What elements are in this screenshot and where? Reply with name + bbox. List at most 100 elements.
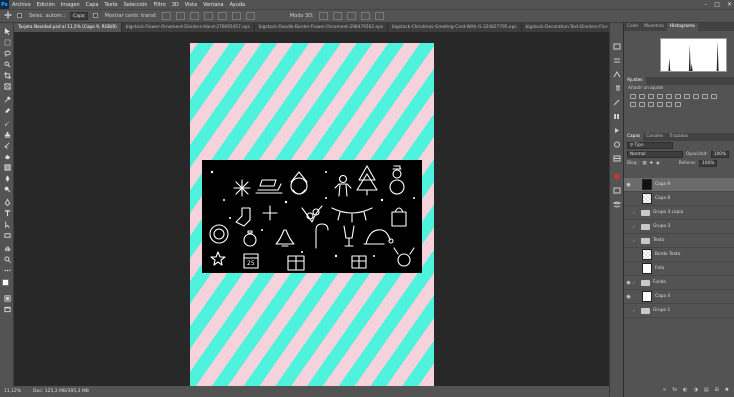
move-icon[interactable]: [3, 27, 11, 35]
eraser-icon[interactable]: [3, 152, 11, 160]
libraries-icon[interactable]: [613, 113, 621, 120]
lock-all-icon[interactable]: ◉: [656, 161, 660, 166]
brightness-icon[interactable]: [630, 94, 636, 99]
color-balance-icon[interactable]: [684, 94, 690, 99]
tab-layers[interactable]: Capas: [624, 133, 644, 141]
frame-icon[interactable]: [3, 82, 11, 90]
menu-filtro[interactable]: Filtro: [150, 2, 168, 8]
layer-name[interactable]: Capa 4: [655, 294, 670, 299]
actions-icon[interactable]: [613, 127, 621, 134]
canvas-area[interactable]: 25: [14, 32, 609, 386]
layer-name[interactable]: Foto: [655, 266, 664, 271]
add-mask-icon[interactable]: ◐: [683, 387, 687, 393]
menu-ventana[interactable]: Ventana: [200, 2, 227, 8]
new-group-icon[interactable]: ▤: [704, 387, 709, 393]
hue-saturation-icon[interactable]: [675, 94, 681, 99]
scale-3d-icon[interactable]: [374, 12, 384, 20]
menu-seleccion[interactable]: Selección: [121, 2, 151, 8]
channel-mixer-icon[interactable]: [711, 94, 717, 99]
layer-name[interactable]: Borde Texto: [655, 252, 680, 257]
tab-document-1[interactable]: Tarjeta Navidad.psd al 11,5% (Capa 9, RG…: [14, 23, 122, 32]
selective-color-icon[interactable]: [675, 102, 681, 107]
menu-imagen[interactable]: Imagen: [58, 2, 83, 8]
history-icon[interactable]: [613, 43, 621, 50]
align-right-icon[interactable]: [189, 12, 199, 20]
plugin-icon[interactable]: [613, 173, 621, 180]
align-center-icon[interactable]: [175, 12, 185, 20]
menu-ayuda[interactable]: Ayuda: [227, 2, 248, 8]
healing-brush-icon[interactable]: [3, 106, 11, 114]
layer-group-row[interactable]: ◉ › Fondo: [624, 276, 734, 290]
posterize-icon[interactable]: [648, 102, 654, 107]
align-top-icon[interactable]: [203, 12, 213, 20]
move-tool-icon[interactable]: [4, 11, 12, 21]
brush-icon[interactable]: [3, 119, 11, 127]
distribute-icon[interactable]: [245, 12, 255, 20]
tab-adjustments[interactable]: Ajustes: [624, 77, 646, 85]
pen-icon[interactable]: [3, 198, 11, 206]
tab-swatches[interactable]: Muestras: [641, 23, 667, 31]
fx-icon[interactable]: fx: [672, 387, 677, 393]
threshold-icon[interactable]: [657, 102, 663, 107]
expand-arrow-icon[interactable]: ›: [633, 224, 638, 229]
maximize-icon[interactable]: □: [714, 0, 720, 9]
visibility-eye-icon[interactable]: ◉: [624, 280, 633, 286]
layer-name[interactable]: Grupo 1: [653, 308, 670, 313]
roll-3d-icon[interactable]: [332, 12, 342, 20]
align-left-icon[interactable]: [161, 12, 171, 20]
align-middle-icon[interactable]: [217, 12, 227, 20]
trash-icon[interactable]: ✖: [725, 387, 729, 393]
invert-icon[interactable]: [639, 102, 645, 107]
tab-document-3[interactable]: bigstock-Doodle-Border-Flower-Ornament-2…: [255, 23, 389, 32]
layer-row[interactable]: ◉ Capa 9: [624, 178, 734, 192]
tab-document-4[interactable]: bigstock-Christmas-Greeting-Card-With-G-…: [388, 23, 522, 32]
menu-texto[interactable]: Texto: [101, 2, 120, 8]
expand-arrow-icon[interactable]: ›: [633, 210, 638, 215]
new-layer-icon[interactable]: ⊞: [715, 387, 719, 393]
swatches-extra-icon[interactable]: [613, 155, 621, 162]
more-tools-icon[interactable]: [3, 266, 11, 274]
auto-select-checkbox[interactable]: [17, 12, 24, 20]
gradient-map-icon[interactable]: [666, 102, 672, 107]
menu-3d[interactable]: 3D: [169, 2, 182, 8]
layer-name[interactable]: Fondo: [653, 280, 666, 285]
expand-arrow-icon[interactable]: ›: [633, 280, 638, 285]
black-white-icon[interactable]: [693, 94, 699, 99]
quick-select-icon[interactable]: [3, 60, 11, 68]
character-icon[interactable]: [613, 71, 621, 78]
blur-icon[interactable]: [3, 174, 11, 182]
close-icon[interactable]: ✕: [727, 0, 732, 9]
screen-mode-icon[interactable]: [3, 305, 11, 313]
link-layers-icon[interactable]: ∞: [662, 387, 666, 393]
layer-name[interactable]: Capa 9: [655, 182, 670, 187]
auto-select-dropdown[interactable]: Capa: [70, 12, 88, 20]
visibility-eye-icon[interactable]: ◉: [624, 294, 633, 300]
gradient-icon[interactable]: [3, 163, 11, 171]
levels-icon[interactable]: [639, 94, 645, 99]
dodge-icon[interactable]: [3, 185, 11, 193]
layer-comps-icon[interactable]: [613, 201, 621, 208]
foreground-color-swatch[interactable]: [2, 279, 9, 286]
pan-3d-icon[interactable]: [346, 12, 356, 20]
path-select-icon[interactable]: [3, 220, 11, 228]
menu-capa[interactable]: Capa: [83, 2, 102, 8]
lock-position-icon[interactable]: ✚: [649, 161, 653, 166]
blend-mode-dropdown[interactable]: Normal: [627, 151, 683, 158]
fill-input[interactable]: 100%: [699, 160, 718, 167]
zoom-level[interactable]: 11,12%: [4, 389, 21, 394]
eyedropper-icon[interactable]: [3, 95, 11, 103]
tool-presets-icon[interactable]: [613, 187, 621, 194]
tab-document-5[interactable]: bigstock-Decoration-Text-Dividers-Flor-3…: [522, 23, 609, 32]
layer-group-row[interactable]: › Grupo 3 copia: [624, 206, 734, 220]
minimize-icon[interactable]: –: [704, 0, 707, 9]
visibility-eye-icon[interactable]: ◉: [624, 182, 633, 188]
marquee-icon[interactable]: [3, 38, 11, 46]
transform-checkbox[interactable]: [92, 12, 100, 20]
orbit-3d-icon[interactable]: [318, 12, 328, 20]
menu-vista[interactable]: Vista: [182, 2, 200, 8]
lock-pixels-icon[interactable]: ▦: [642, 161, 646, 166]
zoom-icon[interactable]: [3, 255, 11, 263]
tab-color[interactable]: Color: [624, 23, 641, 31]
vibrance-icon[interactable]: [666, 94, 672, 99]
layer-group-row[interactable]: › Texto: [624, 234, 734, 248]
